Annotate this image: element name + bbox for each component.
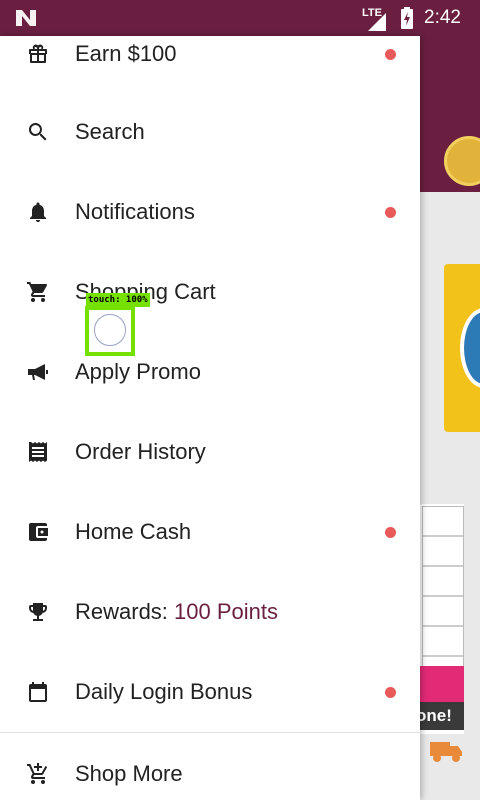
notification-dot [385,206,396,218]
menu-item-label: Order History [75,439,206,464]
trophy-icon [25,599,51,625]
menu-item-label: Shop More [75,761,183,786]
menu-item-shop-more[interactable]: Shop More [0,734,420,800]
menu-item-home-cash[interactable]: Home Cash [0,492,420,572]
menu-item-label: Rewards: 100 Points [75,599,278,625]
touch-point-circle [94,314,126,346]
menu-item-daily-login-bonus[interactable]: Daily Login Bonus [0,652,420,732]
notification-dot [385,48,396,60]
menu-item-label: Search [75,119,145,144]
battery-charging-icon [401,7,413,29]
delivery-truck-icon [430,742,462,762]
calendar-icon [25,679,51,705]
menu-item-shopping-cart[interactable]: Shopping Cart [0,252,420,332]
navigation-drawer: Earn $100 Search Notifications Shopping … [0,36,420,800]
signal-icon [368,13,386,31]
wallet-icon [25,519,51,545]
rewards-label: Rewards: [75,599,175,624]
menu-item-apply-promo[interactable]: Apply Promo [0,332,420,412]
receipt-icon [25,439,51,465]
menu-item-label: Notifications [75,199,195,224]
product-image [422,506,464,668]
android-n-logo-icon [16,10,36,26]
cart-icon [25,279,51,305]
touch-indicator-label: touch: 100% [86,293,150,307]
background-app: one! [420,36,480,800]
menu-item-label: Home Cash [75,519,192,544]
megaphone-icon [25,359,51,385]
add-cart-icon [25,761,51,787]
menu-item-notifications[interactable]: Notifications [0,172,420,252]
menu-item-label: Earn $100 [75,41,177,66]
menu-item-label: Daily Login Bonus [75,679,253,704]
search-icon [25,119,51,145]
menu-item-search[interactable]: Search [0,92,420,172]
notification-dot [385,686,396,698]
menu-item-label: Apply Promo [75,359,201,384]
clock: 2:42 [424,7,461,28]
menu-item-earn[interactable]: Earn $100 [0,36,420,94]
divider [0,732,420,733]
banner-text: one! [420,702,464,730]
bell-icon [25,199,51,225]
status-bar: LTE 2:42 [0,0,480,36]
menu-item-order-history[interactable]: Order History [0,412,420,492]
menu-item-rewards[interactable]: Rewards: 100 Points [0,572,420,652]
gift-icon [25,41,51,67]
rewards-points: 100 Points [174,599,279,624]
notification-dot [385,526,396,538]
product-image-pink [420,666,464,706]
